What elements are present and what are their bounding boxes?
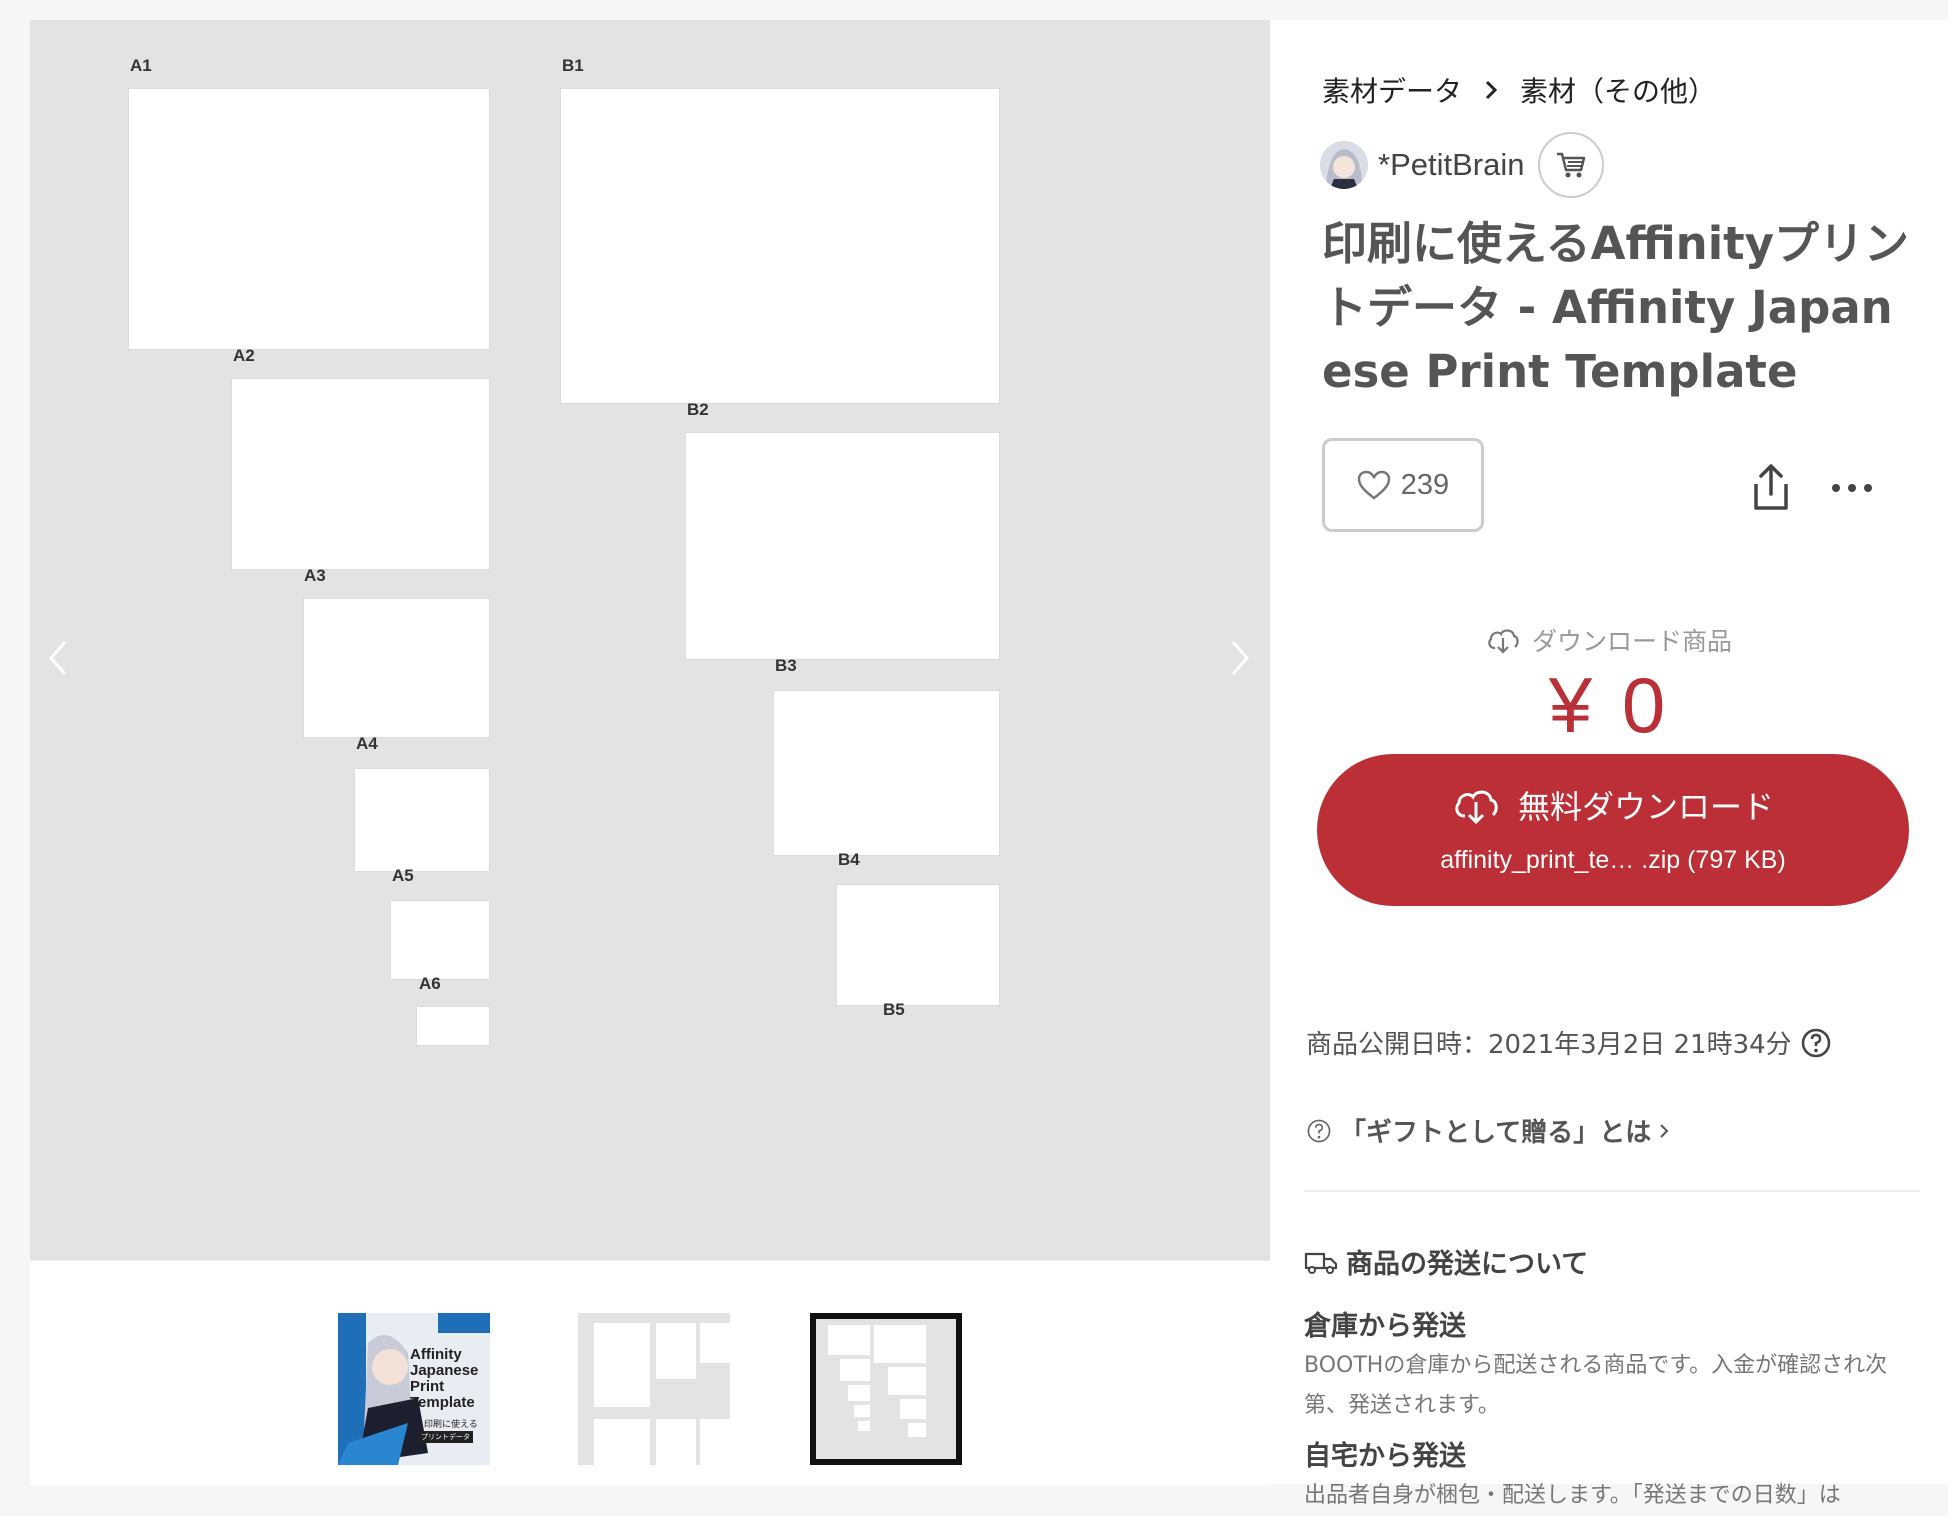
thumbnail-strip: Affinity Japanese Print Template 印刷に使える …	[30, 1260, 1270, 1485]
breadcrumb: 素材データ 素材（その他）	[1322, 70, 1716, 110]
download-file-info: affinity_print_te… .zip (797 KB)	[1440, 846, 1786, 874]
shop-avatar[interactable]	[1320, 141, 1368, 189]
page-label-b2: B2	[687, 400, 709, 419]
like-count: 239	[1400, 468, 1450, 501]
prev-image-button[interactable]	[38, 620, 78, 696]
page-label-b5: B5	[883, 1000, 905, 1019]
paper-a4	[354, 768, 490, 872]
paper-a5	[390, 900, 490, 980]
share-icon	[1754, 464, 1788, 510]
publish-date: 商品公開日時：2021年3月2日 21時34分	[1306, 1024, 1832, 1061]
shipping-heading: 商品の発送について	[1304, 1242, 1588, 1281]
cover-badge: 印刷に使える	[424, 1420, 478, 1430]
cart-icon	[1557, 152, 1586, 178]
thumbnail-3-active[interactable]	[810, 1313, 962, 1465]
breadcrumb-category[interactable]: 素材データ	[1322, 70, 1462, 110]
paper-a3	[303, 598, 490, 738]
page-label-a4: A4	[356, 734, 378, 753]
free-download-button[interactable]: 無料ダウンロード affinity_print_te… .zip (797 KB…	[1317, 754, 1909, 906]
share-button[interactable]	[1748, 462, 1794, 512]
gift-link-label: 「ギフトとして贈る」とは	[1340, 1118, 1652, 1148]
price: ¥ 0	[1548, 661, 1670, 749]
thumbnail-2[interactable]	[578, 1313, 730, 1465]
help-icon[interactable]	[1800, 1027, 1832, 1059]
page-label-b4: B4	[838, 850, 860, 869]
shop-info: *PetitBrain	[1320, 132, 1605, 198]
download-button-label: 無料ダウンロード	[1517, 788, 1774, 826]
image-viewer[interactable]: A1 A2 A3 A4 A5 A6 B1 B2 B3 B4 B5	[30, 20, 1270, 1260]
like-button[interactable]: 239	[1322, 438, 1484, 532]
download-type-label: ダウンロード商品	[1531, 627, 1732, 656]
page-label-a2: A2	[233, 346, 255, 365]
thumbnail-cover[interactable]: Affinity Japanese Print Template 印刷に使える …	[338, 1313, 490, 1465]
page-label-b3: B3	[775, 656, 797, 675]
heart-icon	[1357, 470, 1391, 500]
page-label-a5: A5	[392, 866, 414, 885]
page-label-b1: B1	[562, 56, 584, 75]
paper-b3	[773, 690, 1000, 856]
truck-icon	[1304, 1252, 1338, 1274]
paper-b1	[560, 88, 1000, 404]
chevron-right-icon	[1231, 641, 1249, 675]
chevron-left-icon	[49, 641, 67, 675]
product-gallery: A1 A2 A3 A4 A5 A6 B1 B2 B3 B4 B5 Affinit…	[30, 20, 1270, 1485]
product-info-panel: 素材データ 素材（その他） *PetitBrain 印刷に使えるAffinity…	[1270, 20, 1948, 1508]
shop-cart-button[interactable]	[1538, 132, 1605, 198]
more-options-button[interactable]	[1830, 478, 1874, 498]
paper-b2	[685, 432, 1000, 660]
download-type: ダウンロード商品	[1270, 622, 1948, 658]
cover-badge-2: プリントデータ	[418, 1431, 473, 1443]
paper-a6	[416, 1006, 490, 1046]
chevron-right-icon	[1485, 80, 1498, 100]
chevron-right-icon	[1660, 1123, 1669, 1138]
paper-b4	[836, 884, 1000, 1006]
home-shipping-text: 出品者自身が梱包・配送します。「発送までの日数」は	[1304, 1483, 1841, 1508]
shop-name[interactable]: *PetitBrain	[1378, 147, 1524, 183]
home-shipping-title: 自宅から発送	[1304, 1441, 1466, 1472]
gift-info-link[interactable]: 「ギフトとして贈る」とは	[1306, 1112, 1669, 1149]
warehouse-shipping-title: 倉庫から発送	[1304, 1311, 1466, 1342]
paper-a2	[231, 378, 490, 570]
page-label-a6: A6	[419, 974, 441, 993]
page-label-a1: A1	[130, 56, 152, 75]
help-icon	[1307, 1119, 1331, 1142]
warehouse-shipping-text: BOOTHの倉庫から配送される商品です。入金が確認され次第、発送されます。	[1304, 1353, 1888, 1418]
product-title: 印刷に使えるAffinityプリントデータ - Affinity Japanes…	[1322, 217, 1909, 398]
cover-title: Affinity Japanese Print Template	[410, 1346, 479, 1411]
page-label-a3: A3	[304, 566, 326, 585]
more-icon	[1832, 484, 1872, 492]
cloud-download-icon	[1488, 629, 1519, 654]
publish-date-text: 商品公開日時：2021年3月2日 21時34分	[1306, 1030, 1792, 1060]
divider	[1304, 1190, 1920, 1192]
next-image-button[interactable]	[1220, 620, 1260, 696]
cloud-download-icon	[1455, 790, 1498, 824]
breadcrumb-subcategory[interactable]: 素材（その他）	[1520, 70, 1716, 110]
paper-a1	[128, 88, 490, 350]
